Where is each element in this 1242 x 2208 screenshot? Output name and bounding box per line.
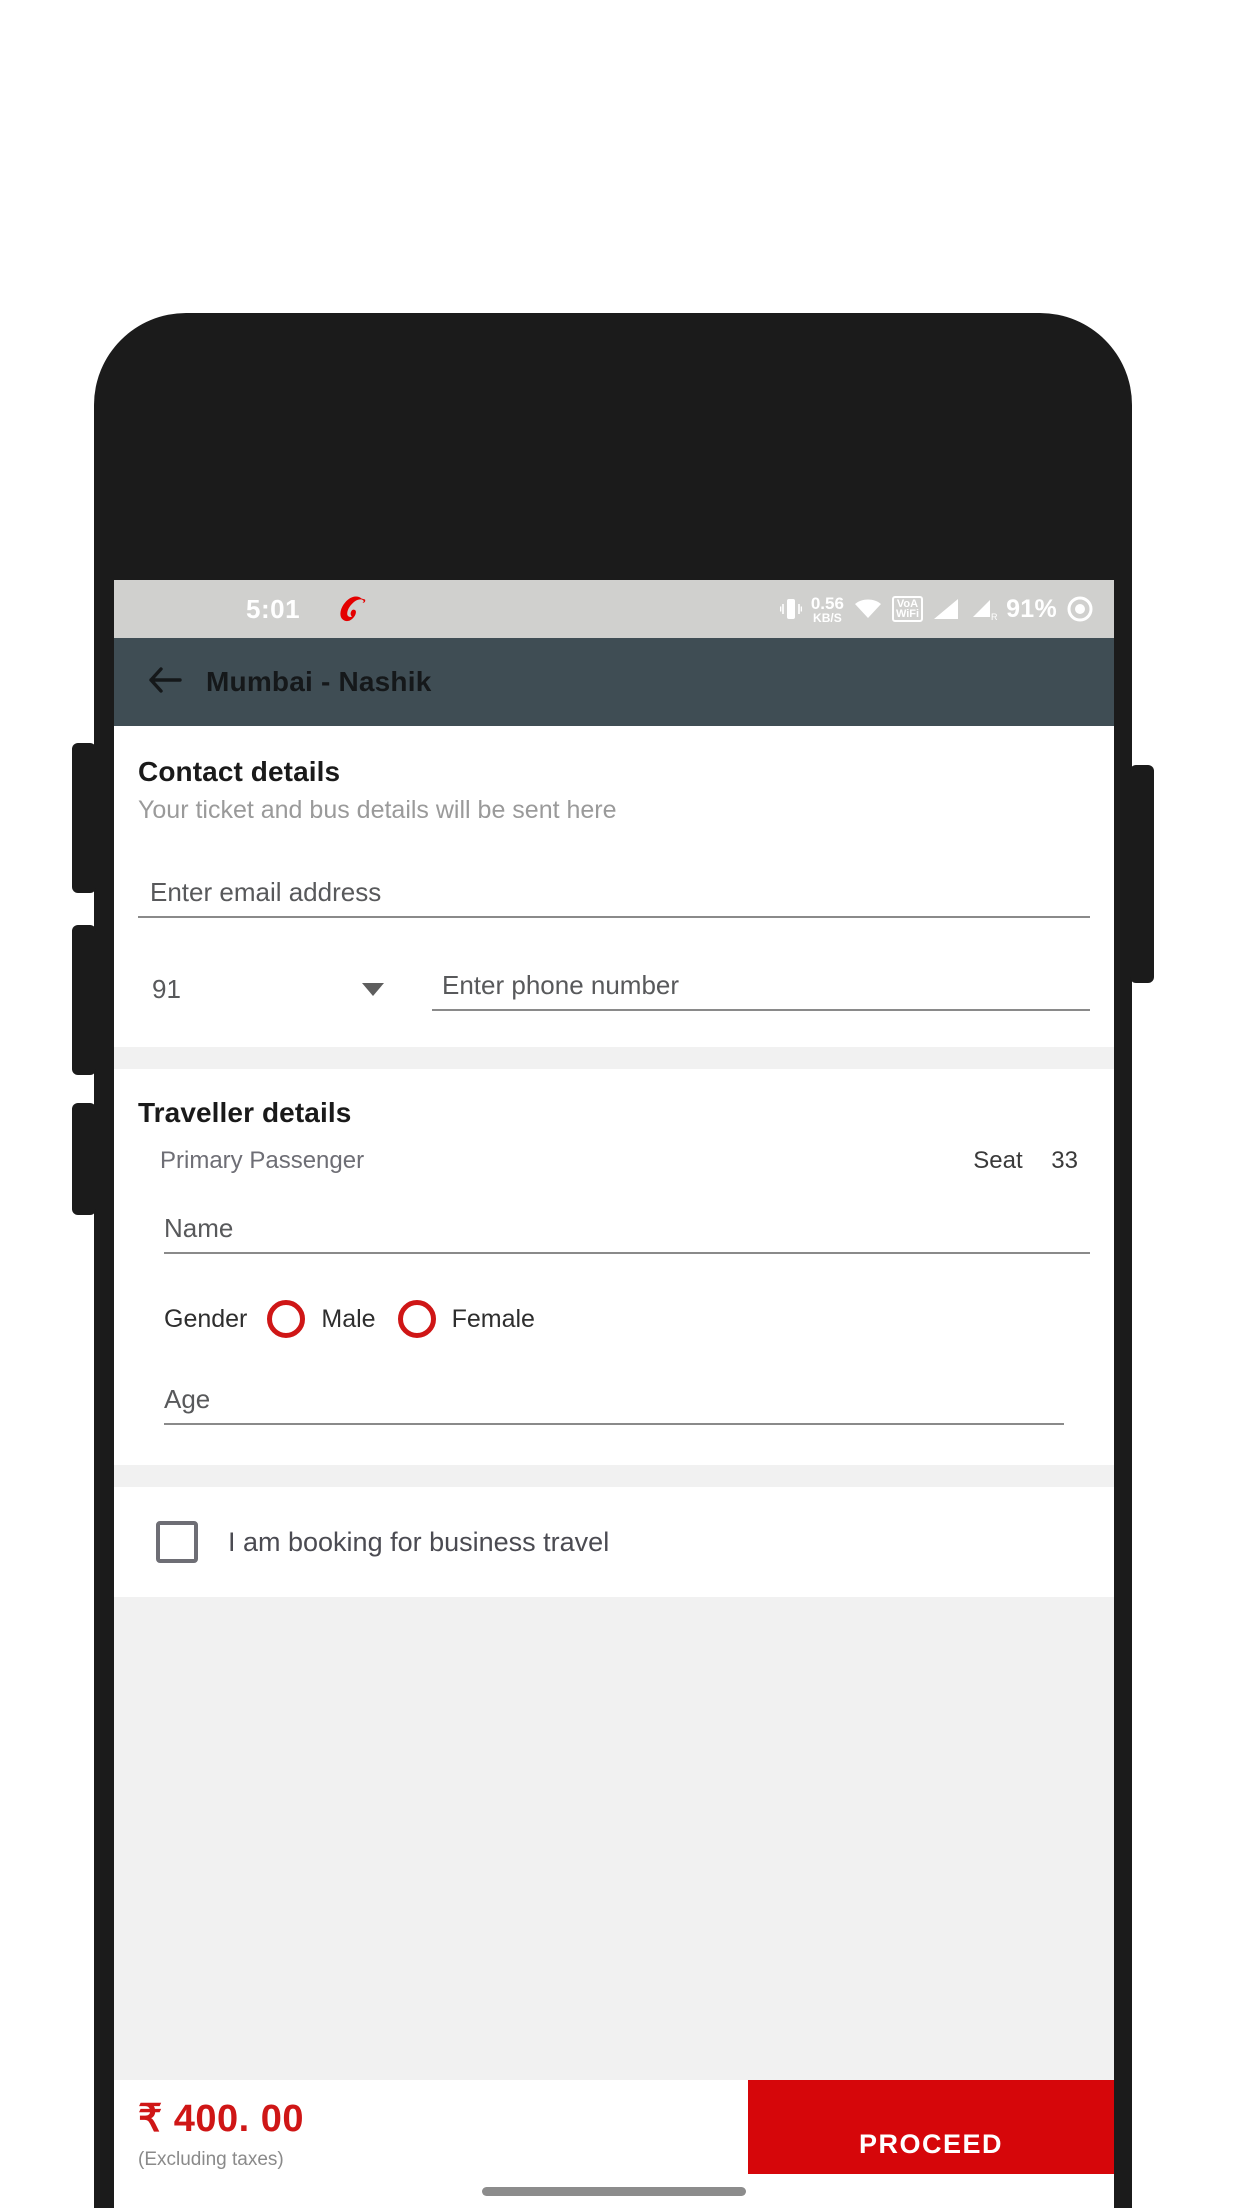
status-clock: 5:01	[246, 593, 301, 624]
phone-screen: 5:01 0.56 KB/S VoA WiFi R 91% Mumbai - N…	[114, 580, 1114, 2208]
phone-input[interactable]: Enter phone number	[432, 970, 1090, 1011]
alarm-icon	[1066, 595, 1094, 623]
email-input[interactable]: Enter email address	[138, 877, 1090, 918]
network-speed-unit: KB/S	[813, 610, 842, 625]
age-input[interactable]: Age	[164, 1384, 1064, 1425]
seat-number: 33	[1051, 1147, 1078, 1174]
vibrate-icon	[779, 596, 802, 622]
contact-details-title: Contact details	[138, 756, 341, 787]
passenger-header-row: Primary Passenger Seat 33	[138, 1147, 1090, 1175]
gender-radio-male[interactable]	[267, 1300, 306, 1338]
volume-up-button[interactable]	[72, 743, 96, 893]
contact-details-card: Contact details Your ticket and bus deta…	[114, 726, 1114, 1047]
passenger-label: Primary Passenger	[160, 1147, 365, 1174]
business-travel-label: I am booking for business travel	[228, 1526, 610, 1557]
gender-row: Gender Male Female	[164, 1300, 1090, 1338]
gender-radio-female[interactable]	[397, 1300, 436, 1338]
business-travel-checkbox[interactable]	[156, 1521, 198, 1563]
gender-label: Gender	[164, 1304, 248, 1333]
section-divider-2	[114, 1465, 1114, 1487]
chevron-down-icon	[362, 983, 384, 996]
price-note: (Excluding taxes)	[138, 2149, 284, 2170]
seat-info: Seat 33	[973, 1147, 1078, 1175]
volume-down-button[interactable]	[72, 925, 96, 1075]
assistant-button[interactable]	[72, 1103, 96, 1215]
status-bar-icons: 0.56 KB/S VoA WiFi R 91%	[779, 594, 1094, 624]
total-price: ₹ 400. 00	[138, 2098, 305, 2140]
navigation-bar	[114, 2174, 1114, 2208]
phone-row: 91 Enter phone number	[138, 970, 1090, 1011]
svg-text:R: R	[991, 612, 997, 621]
signal-bars-roaming-icon: R	[969, 597, 997, 621]
back-arrow-icon[interactable]	[148, 666, 182, 699]
traveller-details-title: Traveller details	[138, 1097, 352, 1128]
app-bar: Mumbai - Nashik	[114, 638, 1114, 726]
section-divider	[114, 1047, 1114, 1069]
network-speed-indicator: 0.56 KB/S	[811, 595, 844, 624]
name-input[interactable]: Name	[164, 1213, 1090, 1254]
gender-label-male[interactable]: Male	[321, 1305, 375, 1334]
airtel-logo-icon	[340, 596, 366, 622]
page-title: Mumbai - Nashik	[206, 666, 432, 697]
signal-bars-icon	[932, 597, 960, 621]
country-code-select[interactable]: 91	[138, 974, 398, 1011]
gender-label-female[interactable]: Female	[452, 1305, 535, 1334]
vowifi-icon: VoA WiFi	[891, 595, 924, 623]
home-gesture-pill[interactable]	[482, 2186, 746, 2196]
status-bar: 5:01 0.56 KB/S VoA WiFi R 91%	[114, 580, 1114, 638]
vowifi-bottom-text: WiFi	[895, 608, 920, 620]
power-button[interactable]	[1130, 765, 1154, 983]
contact-details-subtitle: Your ticket and bus details will be sent…	[138, 796, 617, 824]
network-speed-value: 0.56	[810, 593, 844, 613]
battery-percent-label: 91%	[1006, 594, 1057, 623]
country-code-value: 91	[152, 974, 181, 1004]
form-content: Contact details Your ticket and bus deta…	[114, 726, 1114, 2208]
traveller-details-card: Traveller details Primary Passenger Seat…	[114, 1069, 1114, 1465]
seat-label: Seat	[973, 1147, 1023, 1174]
wifi-icon	[853, 597, 883, 621]
business-travel-card[interactable]: I am booking for business travel	[114, 1487, 1114, 1597]
